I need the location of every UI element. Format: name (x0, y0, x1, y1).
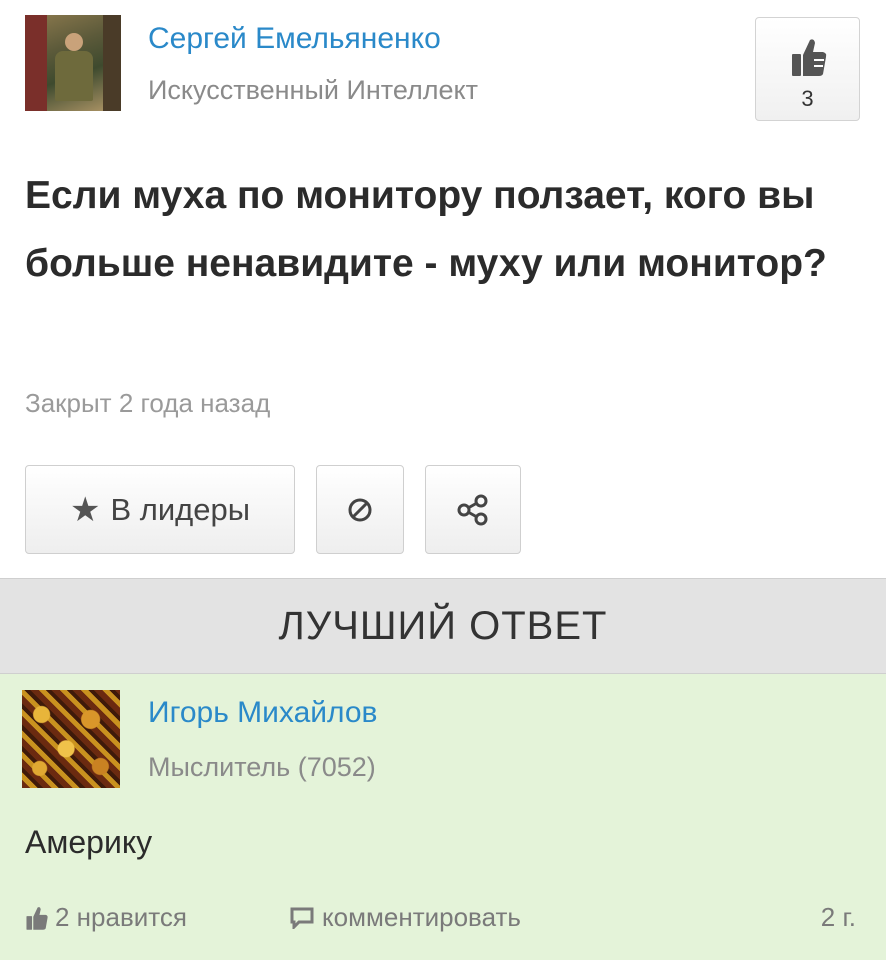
to-leaders-button[interactable]: ★ В лидеры (25, 465, 295, 554)
answer-author-avatar[interactable] (22, 690, 120, 788)
block-icon (348, 498, 372, 521)
question-title: Если муха по монитору ползает, кого вы б… (25, 174, 827, 285)
share-icon (457, 494, 488, 525)
answer-text: Америку (25, 824, 153, 860)
thumbs-up-icon (26, 906, 48, 930)
answer-age: 2 г. (820, 902, 856, 932)
question-status: Закрыт 2 года назад (25, 388, 271, 418)
comment-label: комментировать (322, 902, 521, 932)
to-leaders-label: В лидеры (110, 491, 251, 527)
best-answer-card: Игорь Михайлов Мыслитель (7052) Америку … (0, 674, 886, 960)
thumbs-up-icon (792, 39, 827, 76)
block-button[interactable] (316, 465, 404, 554)
like-count: 3 (801, 86, 814, 111)
answer-author-rank: Мыслитель (7052) (148, 752, 376, 782)
author-avatar[interactable] (25, 15, 121, 111)
question-card: Сергей Емельяненко Искусственный Интелле… (0, 0, 886, 578)
answer-author-name-link[interactable]: Игорь Михайлов (148, 696, 378, 730)
share-button[interactable] (425, 465, 521, 554)
answer-like-button[interactable]: 2 нравится (25, 902, 187, 933)
author-rank: Искусственный Интеллект (148, 75, 478, 105)
comment-link[interactable]: комментировать (290, 902, 521, 933)
answer-likes-label: 2 нравится (55, 902, 187, 932)
comment-icon (290, 907, 314, 929)
answer-footer: 2 нравится комментировать 2 г. (0, 894, 886, 944)
author-name-link[interactable]: Сергей Емельяненко (148, 22, 441, 56)
star-icon: ★ (69, 490, 101, 529)
best-answer-header: ЛУЧШИЙ ОТВЕТ (0, 578, 886, 674)
like-button[interactable]: 3 (755, 17, 860, 121)
